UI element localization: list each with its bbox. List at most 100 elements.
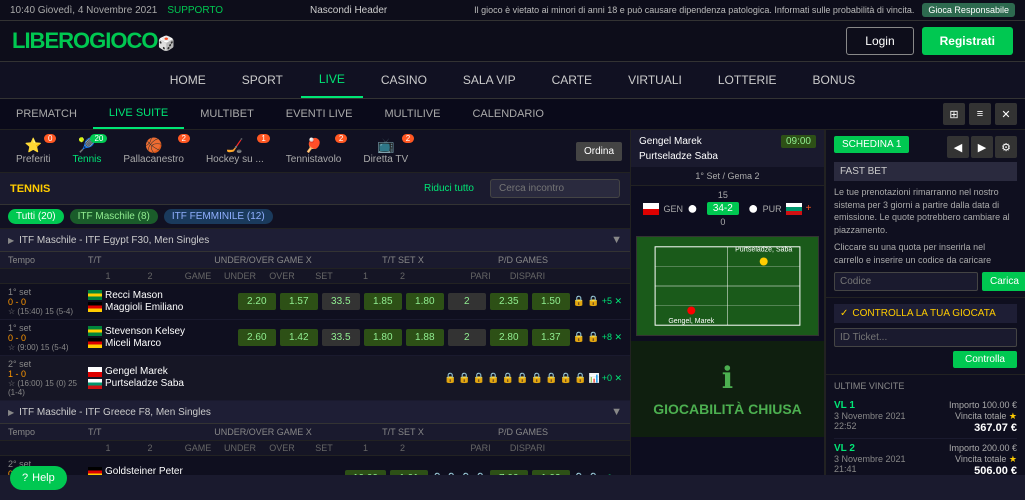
nav-home[interactable]: HOME bbox=[152, 63, 224, 97]
detail-player1: Gengel Marek bbox=[639, 136, 702, 147]
player2-name-1[interactable]: Maggioli Emiliano bbox=[105, 302, 183, 313]
sport-tab-hockey[interactable]: 🏒 Hockey su ... 1 bbox=[198, 134, 272, 168]
odds-2-tt2[interactable]: 1.37 bbox=[532, 329, 570, 346]
carica-button[interactable]: Carica bbox=[982, 272, 1025, 291]
codice-row: Carica bbox=[834, 272, 1017, 291]
subnav-multibet[interactable]: MULTIBET bbox=[184, 100, 270, 128]
sport-tab-preferiti[interactable]: ⭐ Preferiti 0 bbox=[8, 134, 58, 168]
set-label: 1° Set / Gema 2 bbox=[631, 167, 824, 186]
search-input[interactable] bbox=[490, 179, 620, 198]
nav-sport[interactable]: SPORT bbox=[224, 63, 301, 97]
player2-name-3[interactable]: Purtseladze Saba bbox=[105, 378, 184, 389]
odds-1-1[interactable]: 2.20 bbox=[238, 293, 276, 310]
vincita-1-header: VL 1 Importo 100.00 € bbox=[834, 400, 1017, 411]
odds-1-tt2[interactable]: 1.50 bbox=[532, 293, 570, 310]
schedina-prev[interactable]: ◀ bbox=[947, 136, 969, 158]
flags-4a: Goldsteiner Peter bbox=[88, 466, 344, 475]
nav-casino[interactable]: CASINO bbox=[363, 63, 445, 97]
sport-tabs: ⭐ Preferiti 0 🎾 Tennis 20 🏀 Pallacanestr… bbox=[0, 130, 630, 173]
support-link[interactable]: SUPPORTO bbox=[167, 5, 223, 16]
sport-tab-basket[interactable]: 🏀 Pallacanestro 2 bbox=[115, 134, 192, 168]
ordina-button[interactable]: Ordina bbox=[576, 142, 622, 161]
odds-2-over[interactable]: 1.88 bbox=[406, 329, 444, 346]
tennis-header: TENNIS Riduci tutto bbox=[0, 173, 630, 205]
odds-2-1[interactable]: 2.60 bbox=[238, 329, 276, 346]
section2-collapse[interactable]: ▼ bbox=[611, 406, 622, 418]
subnav-prematch[interactable]: PREMATCH bbox=[0, 100, 93, 128]
topbar-right: Il gioco è vietato ai minori di anni 18 … bbox=[474, 3, 1015, 17]
odds-1-tt1[interactable]: 2.35 bbox=[490, 293, 528, 310]
lock-4d: 🔒 bbox=[474, 473, 486, 476]
section1-collapse[interactable]: ▼ bbox=[611, 234, 622, 246]
login-button[interactable]: Login bbox=[846, 27, 913, 55]
tennis-title: TENNIS bbox=[10, 183, 50, 195]
vincite-section: ULTIME VINCITE VL 1 Importo 100.00 € 3 N… bbox=[826, 375, 1025, 475]
sport-tab-tennis-count: 20 bbox=[90, 134, 107, 143]
team2-row: ● PUR + bbox=[748, 198, 812, 219]
th-pid: P/D GAMES bbox=[458, 255, 588, 265]
odds-2-2[interactable]: 1.42 bbox=[280, 329, 318, 346]
player1-name-2[interactable]: Stevenson Kelsey bbox=[105, 326, 185, 337]
match-score-3: 1 - 0 bbox=[8, 369, 88, 379]
subnav-live-suite[interactable]: LIVE SUITE bbox=[93, 99, 184, 129]
odds-1-over[interactable]: 1.80 bbox=[406, 293, 444, 310]
sport-tab-tv-label: Diretta TV bbox=[363, 154, 408, 165]
codice-input[interactable] bbox=[834, 272, 978, 291]
odds-4-tt1[interactable]: 7.00 bbox=[490, 470, 528, 476]
vincita-2-importo: Importo 200.00 € bbox=[949, 443, 1017, 453]
layout-icon-1[interactable]: ⊞ bbox=[943, 103, 965, 125]
sport-tab-tv[interactable]: 📺 Diretta TV 2 bbox=[355, 134, 416, 168]
riduci-btn[interactable]: Riduci tutto bbox=[424, 183, 474, 194]
nav-sala-vip[interactable]: SALA VIP bbox=[445, 63, 534, 97]
plus-badge-1[interactable]: +5 ✕ bbox=[602, 296, 622, 307]
content-area: ⭐ Preferiti 0 🎾 Tennis 20 🏀 Pallacanestr… bbox=[0, 130, 1025, 475]
filter-tutti[interactable]: Tutti (20) bbox=[8, 209, 64, 224]
odds-4-2[interactable]: 1.01 bbox=[390, 470, 428, 476]
ticket-input[interactable] bbox=[834, 328, 1017, 347]
subnav-eventi-live[interactable]: EVENTI LIVE bbox=[270, 100, 369, 128]
filter-femminile[interactable]: ITF FEMMINILE (12) bbox=[164, 209, 273, 224]
match-row-4: 2° set 0 - 1 ☆ (30:40) 15 (3-4) 23 (3-5)… bbox=[0, 456, 630, 475]
section1-header[interactable]: ITF Maschile - ITF Egypt F30, Men Single… bbox=[0, 229, 630, 252]
vincite-title: ULTIME VINCITE bbox=[834, 381, 1017, 391]
schedina-tab-1[interactable]: SCHEDINA 1 bbox=[834, 136, 909, 153]
filter-maschile[interactable]: ITF Maschile (8) bbox=[70, 209, 158, 224]
player1-name-1[interactable]: Recci Mason bbox=[105, 290, 163, 301]
nav-virtuali[interactable]: VIRTUALI bbox=[610, 63, 700, 97]
nav-carte[interactable]: CARTE bbox=[534, 63, 610, 97]
odds-1-under[interactable]: 1.85 bbox=[364, 293, 402, 310]
subnav-calendario[interactable]: CALENDARIO bbox=[456, 100, 560, 128]
subnav-multilive[interactable]: MULTILIVE bbox=[368, 100, 456, 128]
nav-lotterie[interactable]: LOTTERIE bbox=[700, 63, 795, 97]
odds-2-tt1[interactable]: 2.80 bbox=[490, 329, 528, 346]
odds-4-tt2[interactable]: 1.02 bbox=[532, 470, 570, 476]
plus-detail: + bbox=[806, 203, 812, 214]
player1-name-3[interactable]: Gengel Marek bbox=[105, 366, 168, 377]
schedina-settings[interactable]: ⚙ bbox=[995, 136, 1017, 158]
nav-bonus[interactable]: BONUS bbox=[795, 63, 874, 97]
player2-name-2[interactable]: Miceli Marco bbox=[105, 338, 161, 349]
sport-tab-tennis[interactable]: 🎾 Tennis 20 bbox=[64, 134, 109, 168]
chart-3[interactable]: 📊 bbox=[588, 373, 599, 384]
controlla-title: ✓ CONTROLLA LA TUA GIOCATA bbox=[834, 304, 1017, 323]
th2-underover: UNDER/OVER GAME X bbox=[178, 427, 348, 437]
register-button[interactable]: Registrati bbox=[922, 27, 1013, 55]
help-button[interactable]: ? Help bbox=[10, 466, 67, 490]
layout-icon-3[interactable]: ✕ bbox=[995, 103, 1017, 125]
controlla-button[interactable]: Controlla bbox=[953, 351, 1017, 368]
plus-badge-4[interactable]: +6 ✕ bbox=[602, 473, 622, 476]
odds-1-2[interactable]: 1.57 bbox=[280, 293, 318, 310]
player1-name-4[interactable]: Goldsteiner Peter bbox=[105, 466, 183, 475]
section2-header[interactable]: ITF Maschile - ITF Greece F8, Men Single… bbox=[0, 401, 630, 424]
plus-badge-2[interactable]: +8 ✕ bbox=[602, 332, 622, 343]
topbar-hide-header[interactable]: Nascondi Header bbox=[310, 5, 387, 16]
layout-icon-2[interactable]: ≡ bbox=[969, 103, 991, 125]
nav-live[interactable]: LIVE bbox=[301, 62, 363, 98]
match-players-4: Goldsteiner Peter Trinker Jonas bbox=[88, 466, 344, 475]
flag-detail-2 bbox=[786, 203, 802, 215]
odds-4-1[interactable]: 10.00 bbox=[345, 470, 386, 476]
schedina-next[interactable]: ▶ bbox=[971, 136, 993, 158]
plus-badge-3[interactable]: +0 ✕ bbox=[602, 373, 622, 384]
sport-tab-tennis-tavolo[interactable]: 🏓 Tennistavolo 2 bbox=[278, 134, 350, 168]
odds-2-under[interactable]: 1.80 bbox=[364, 329, 402, 346]
